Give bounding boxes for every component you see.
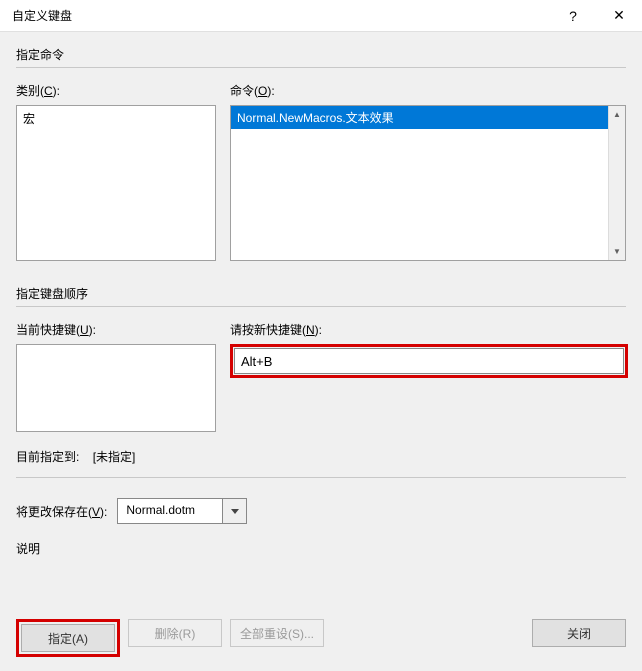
assigned-value: [未指定] [93, 450, 136, 464]
categories-label: 类别(C): [16, 82, 216, 99]
help-button[interactable]: ? [550, 0, 596, 32]
close-window-button[interactable]: ✕ [596, 0, 642, 32]
close-button[interactable]: 关闭 [532, 619, 626, 647]
currently-assigned-row: 目前指定到: [未指定] [16, 448, 626, 465]
description-label: 说明 [16, 540, 626, 557]
scroll-down-icon[interactable]: ▼ [609, 243, 625, 260]
commands-listbox[interactable]: Normal.NewMacros.文本效果 ▲ ▼ [230, 105, 626, 261]
current-keys-listbox[interactable] [16, 344, 216, 432]
save-in-value: Normal.dotm [117, 498, 223, 524]
titlebar: 自定义键盘 ? ✕ [0, 0, 642, 32]
assigned-label: 目前指定到: [16, 450, 79, 464]
save-in-combo[interactable]: Normal.dotm [117, 498, 247, 524]
categories-listbox[interactable]: 宏 [16, 105, 216, 261]
scroll-up-icon[interactable]: ▲ [609, 106, 625, 123]
chevron-down-icon[interactable] [223, 498, 247, 524]
remove-button: 删除(R) [128, 619, 222, 647]
keyboard-sequence-header: 指定键盘顺序 [16, 285, 626, 307]
new-key-highlight [230, 344, 628, 378]
assign-button[interactable]: 指定(A) [21, 624, 115, 652]
command-item-selected[interactable]: Normal.NewMacros.文本效果 [231, 106, 625, 129]
dialog-content: 指定命令 类别(C): 宏 命令(O): Normal.NewMacros.文本… [0, 32, 642, 569]
assign-highlight: 指定(A) [16, 619, 120, 657]
current-keys-label: 当前快捷键(U): [16, 321, 216, 338]
new-key-label: 请按新快捷键(N): [230, 321, 628, 338]
window-title: 自定义键盘 [12, 7, 550, 24]
scrollbar[interactable]: ▲ ▼ [608, 106, 625, 260]
category-item[interactable]: 宏 [23, 110, 209, 127]
specify-command-header: 指定命令 [16, 46, 626, 68]
reset-all-button: 全部重设(S)... [230, 619, 324, 647]
commands-label: 命令(O): [230, 82, 626, 99]
button-row: 指定(A) 删除(R) 全部重设(S)... 关闭 [16, 619, 626, 657]
save-in-label: 将更改保存在(V): [16, 503, 107, 520]
new-shortcut-input[interactable] [234, 348, 624, 374]
